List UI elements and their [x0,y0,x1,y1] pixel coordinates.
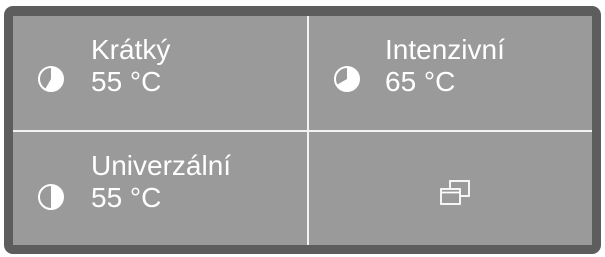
program-tile-intenzivni[interactable]: Intenzivní 65 °C [309,16,592,130]
program-tile-univerzalni[interactable]: Univerzální 55 °C [13,132,307,245]
pie-intensive-icon [334,66,360,92]
display-frame: Krátký 55 °C Intenzivní 65 °C Univerzáln… [4,6,601,254]
program-name: Univerzální [91,150,232,181]
program-selection-screen: Krátký 55 °C Intenzivní 65 °C Univerzáln… [13,16,592,245]
program-temperature: 55 °C [91,66,162,97]
program-temperature: 65 °C [385,66,456,97]
pie-universal-icon [38,184,64,210]
windows-stack-icon [440,180,470,205]
program-temperature: 55 °C [91,182,162,213]
program-name: Intenzivní [385,34,505,65]
more-programs-button[interactable] [309,132,592,245]
program-name: Krátký [91,34,171,65]
pie-short-icon [38,66,64,92]
program-tile-kratky[interactable]: Krátký 55 °C [13,16,307,130]
